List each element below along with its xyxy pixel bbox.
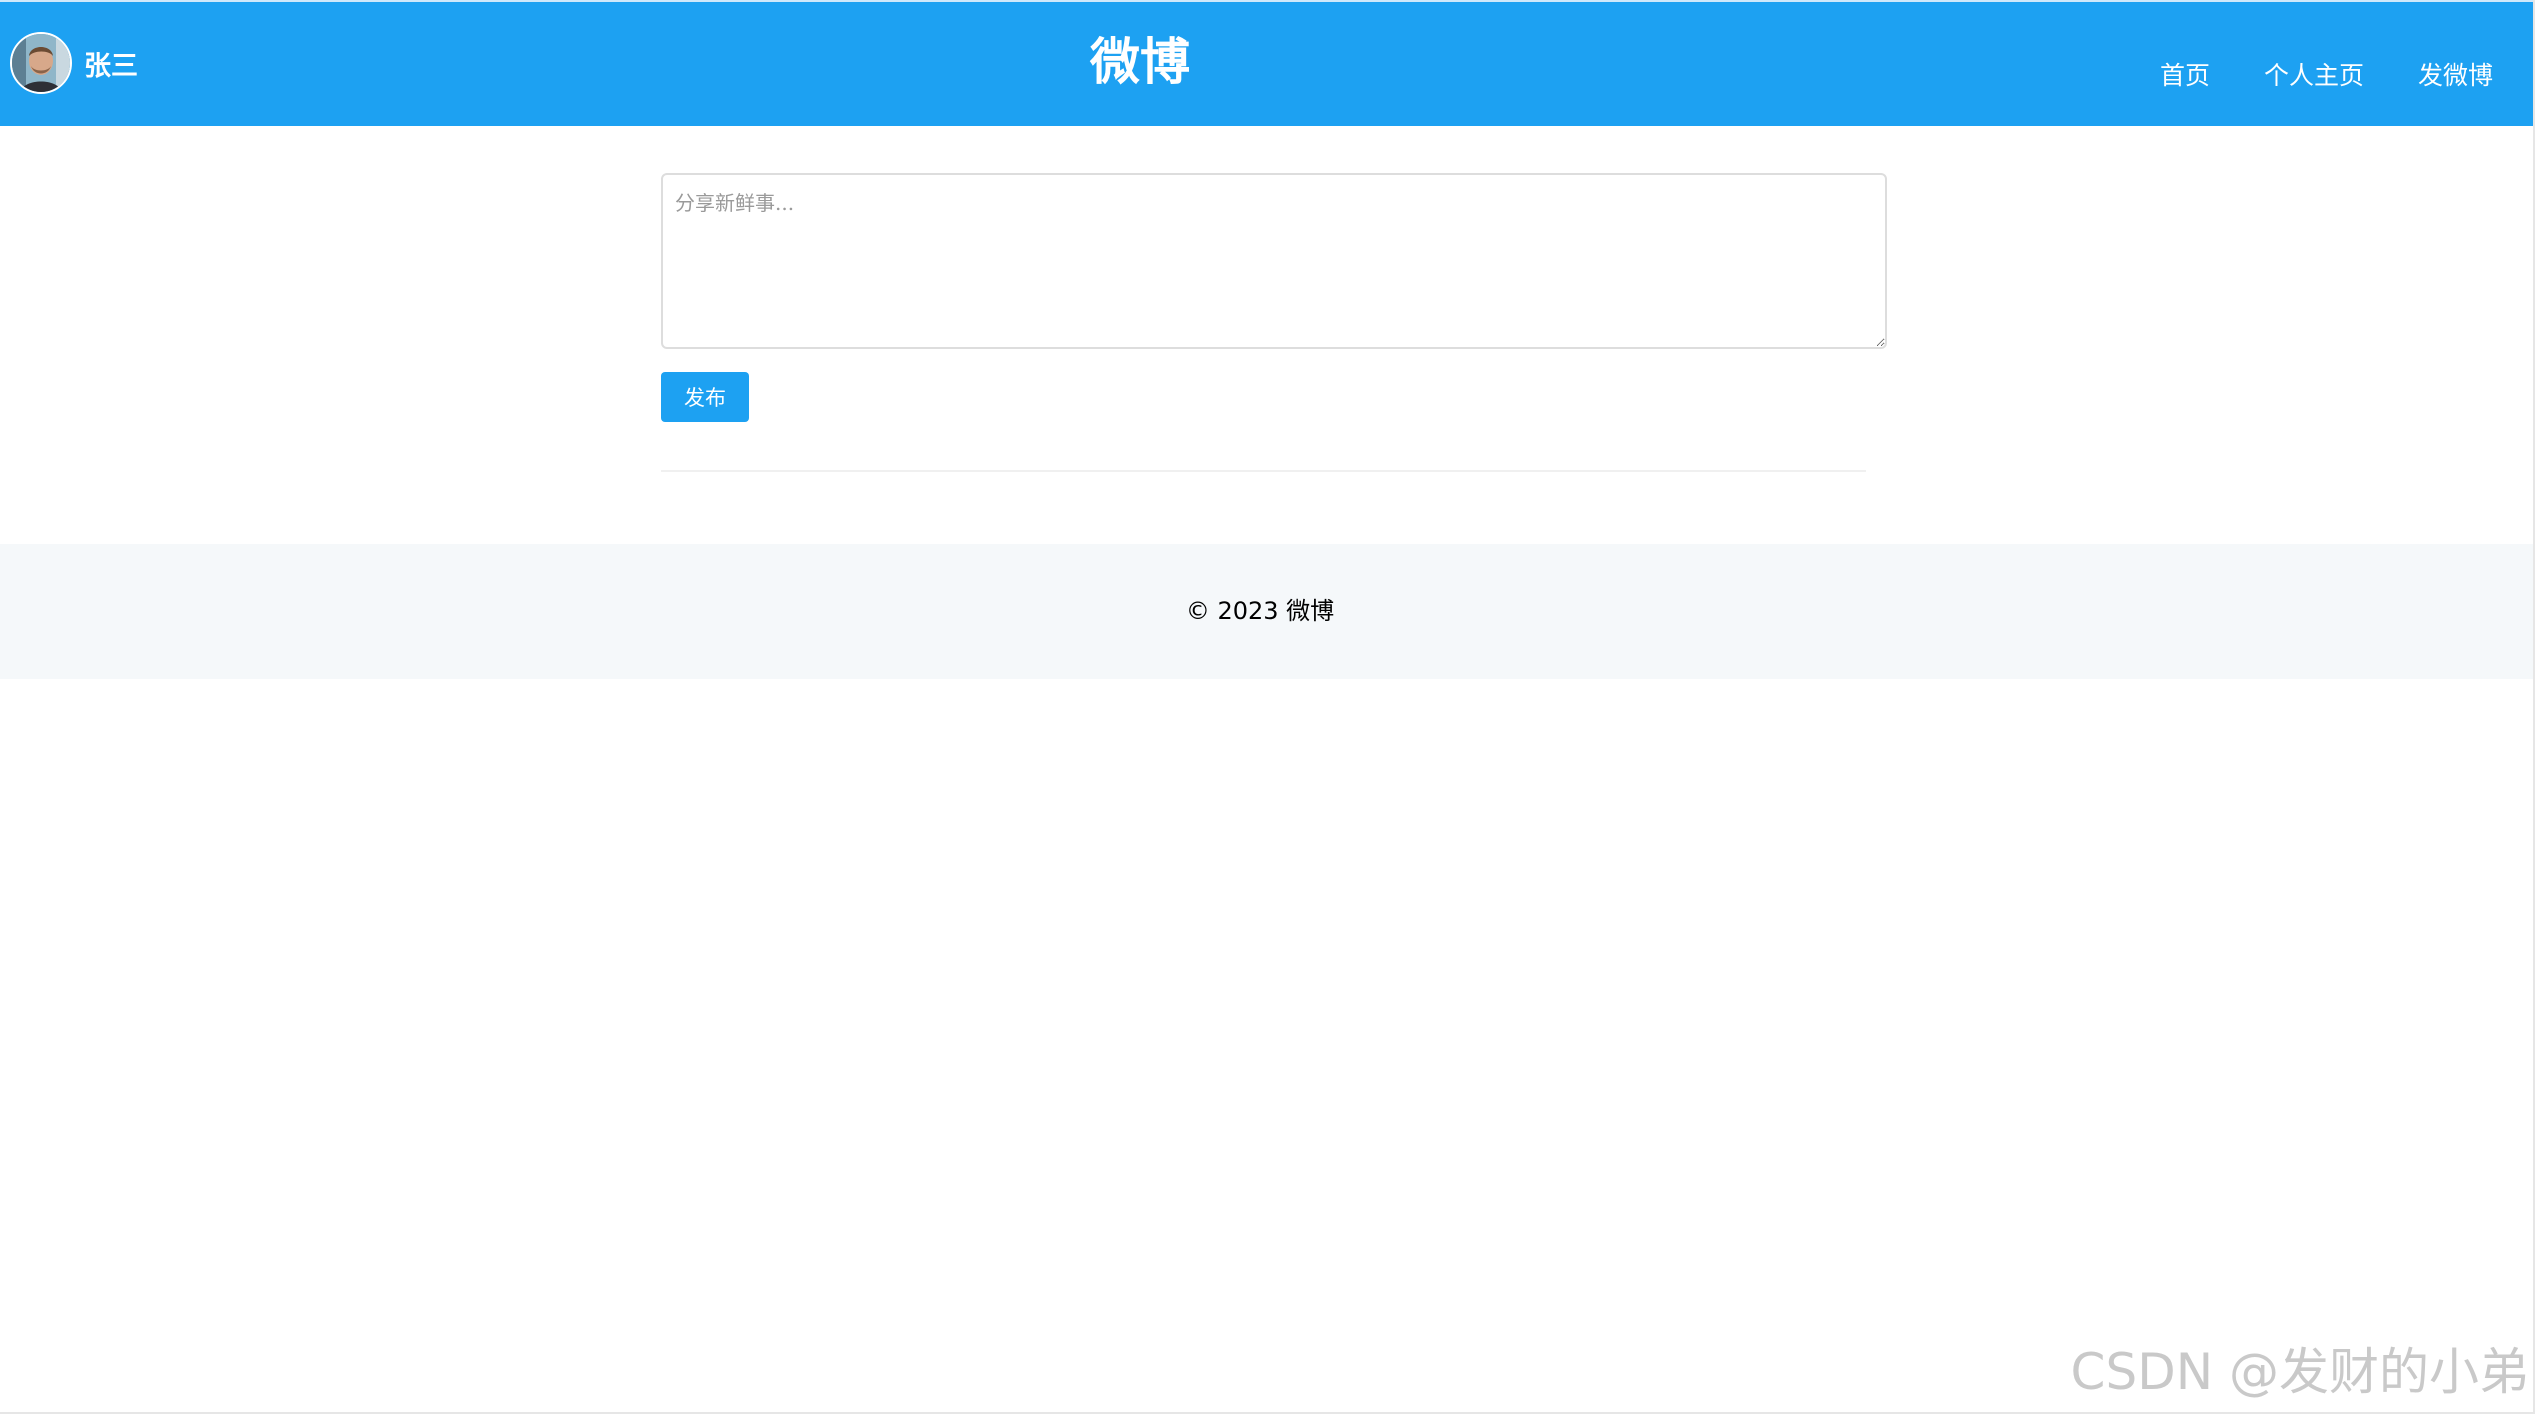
user-info[interactable]: 张三	[10, 30, 138, 96]
site-title: 微博	[1090, 33, 1190, 91]
nav-home-link[interactable]: 首页	[2160, 56, 2210, 96]
user-name[interactable]: 张三	[84, 44, 138, 83]
post-textarea[interactable]	[661, 173, 1887, 349]
header-bar: 张三 微博 首页 个人主页 发微博	[0, 2, 2533, 126]
publish-button[interactable]: 发布	[661, 372, 749, 422]
nav-post-link[interactable]: 发微博	[2418, 56, 2493, 96]
footer: © 2023 微博	[0, 544, 2533, 679]
content-divider	[661, 470, 1866, 472]
page: 张三 微博 首页 个人主页 发微博 发布 © 2023 微博 CSDN @发财的…	[0, 0, 2535, 1414]
nav-profile-link[interactable]: 个人主页	[2264, 56, 2364, 96]
watermark: CSDN @发财的小弟	[2070, 1343, 2529, 1401]
footer-copyright: © 2023 微博	[1185, 597, 1335, 625]
main-nav: 首页 个人主页 发微博	[2160, 56, 2493, 96]
avatar[interactable]	[10, 32, 72, 94]
post-composer: 发布	[661, 173, 1887, 422]
avatar-image	[12, 34, 70, 92]
